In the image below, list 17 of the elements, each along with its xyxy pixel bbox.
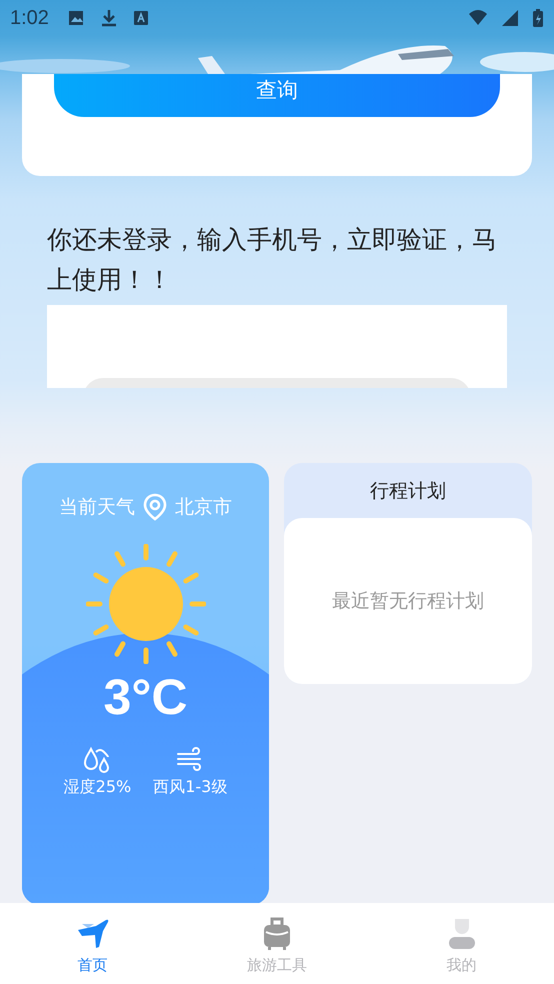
login-prompt: 你还未登录，输入手机号，立即验证，马上使用！！ [47,224,498,296]
tab[interactable]: 我的 [369,903,554,984]
humidity-label: 湿度25% [64,777,132,798]
location-pin-icon [143,493,167,521]
plan-title: 行程计划 [369,478,447,504]
plan-empty-text: 最近暂无行程计划 [284,518,532,684]
temperature: 3°C [104,668,188,727]
sun-icon [86,544,206,664]
weather-title: 当前天气 [59,495,135,520]
status-time: 1:02 [10,6,49,30]
tab[interactable]: 首页 [0,903,185,984]
battery-icon [532,8,544,28]
signal-icon [500,8,520,28]
city-name: 北京市 [175,495,232,520]
query-button[interactable]: 查询 [54,74,500,117]
tab[interactable]: 旅游工具 [184,903,370,984]
wind-label: 西风1-3级 [153,777,228,798]
